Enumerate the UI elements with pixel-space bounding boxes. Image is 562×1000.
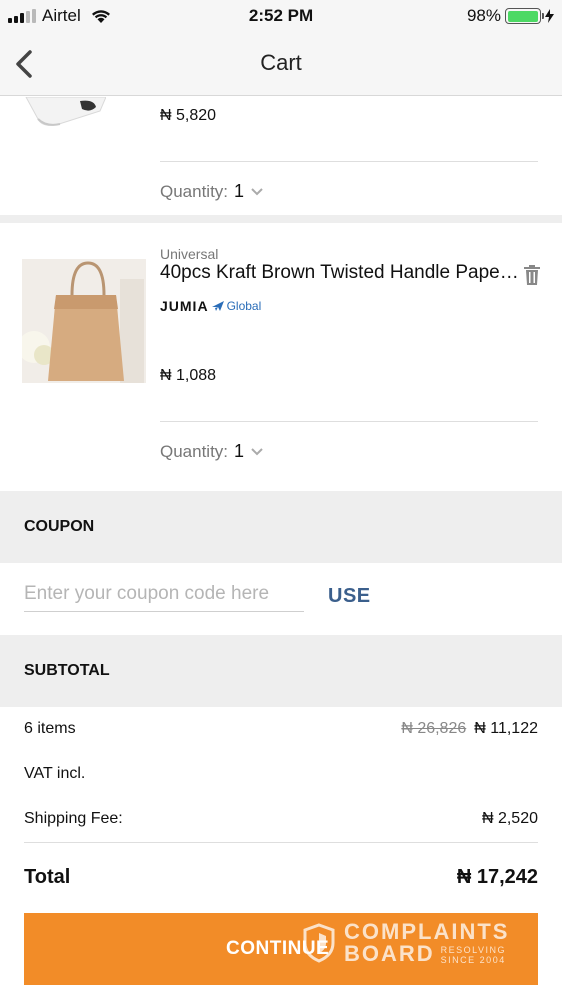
- original-price: ₦ 26,826: [401, 720, 467, 737]
- item-price: ₦ 1,088: [160, 367, 217, 384]
- charging-icon: [545, 9, 554, 23]
- subtotal-header: SUBTOTAL: [0, 635, 562, 707]
- quantity-value: 1: [234, 441, 245, 461]
- trash-icon: [524, 265, 540, 285]
- total-value: ₦ 17,242: [456, 866, 538, 888]
- watermark-line2: BOARD: [344, 941, 435, 966]
- watermark-tag2: SINCE 2004: [440, 955, 506, 965]
- quantity-value: 1: [234, 181, 245, 201]
- plane-icon: [211, 301, 224, 311]
- product-image: [25, 97, 106, 126]
- seller-tag: Global: [226, 299, 262, 313]
- page-title: Cart: [260, 50, 302, 75]
- coupon-input[interactable]: [24, 576, 304, 612]
- product-brand: Universal: [160, 246, 219, 262]
- chevron-down-icon: [251, 187, 263, 195]
- seller-logo: JUMIA Global: [160, 298, 261, 314]
- delete-item-button[interactable]: [524, 265, 540, 285]
- divider: [160, 161, 538, 162]
- quantity-label: Quantity:: [160, 441, 229, 461]
- item-price: ₦ 5,820: [160, 107, 217, 124]
- seller-name: JUMIA: [160, 298, 209, 314]
- divider: [24, 842, 538, 843]
- quantity-selector[interactable]: Quantity: 1: [160, 441, 264, 462]
- nav-bar: Cart: [0, 32, 562, 96]
- quantity-selector[interactable]: Quantity: 1: [160, 181, 264, 202]
- total-label: Total: [24, 866, 71, 888]
- status-bar: Airtel 2:52 PM 98%: [0, 0, 562, 32]
- item-separator: [0, 215, 562, 223]
- shipping-value: ₦ 2,520: [481, 810, 538, 827]
- watermark-line1: COMPLAINTS: [344, 919, 510, 944]
- divider: [160, 421, 538, 422]
- use-coupon-button[interactable]: USE: [328, 585, 371, 608]
- items-price: ₦ 26,826 ₦ 11,122: [401, 720, 538, 738]
- coupon-title: COUPON: [24, 518, 95, 535]
- subtotal-title: SUBTOTAL: [24, 662, 110, 679]
- battery-percent: 98%: [466, 6, 501, 25]
- watermark-tag1: RESOLVING: [440, 945, 507, 955]
- battery-info: 98%: [467, 6, 554, 26]
- battery-icon: [505, 8, 544, 24]
- cart-item: ₦ 5,820 Quantity: 1: [0, 97, 562, 215]
- items-count: 6 items: [24, 720, 76, 737]
- continue-button[interactable]: CONTINUE COMPLAINTS BOARD RESOLVING SINC…: [24, 913, 538, 985]
- product-image: [22, 259, 146, 383]
- shield-icon: [303, 923, 335, 963]
- product-name[interactable]: 40pcs Kraft Brown Twisted Handle Paper G…: [160, 262, 520, 284]
- quantity-label: Quantity:: [160, 181, 229, 201]
- chevron-down-icon: [251, 447, 263, 455]
- discounted-price: ₦ 11,122: [474, 720, 538, 737]
- watermark-text: COMPLAINTS BOARD RESOLVING SINCE 2004: [344, 919, 510, 966]
- shipping-label: Shipping Fee:: [24, 810, 123, 827]
- coupon-header: COUPON: [0, 491, 562, 563]
- vat-label: VAT incl.: [24, 765, 86, 782]
- watermark: COMPLAINTS BOARD RESOLVING SINCE 2004: [302, 921, 509, 965]
